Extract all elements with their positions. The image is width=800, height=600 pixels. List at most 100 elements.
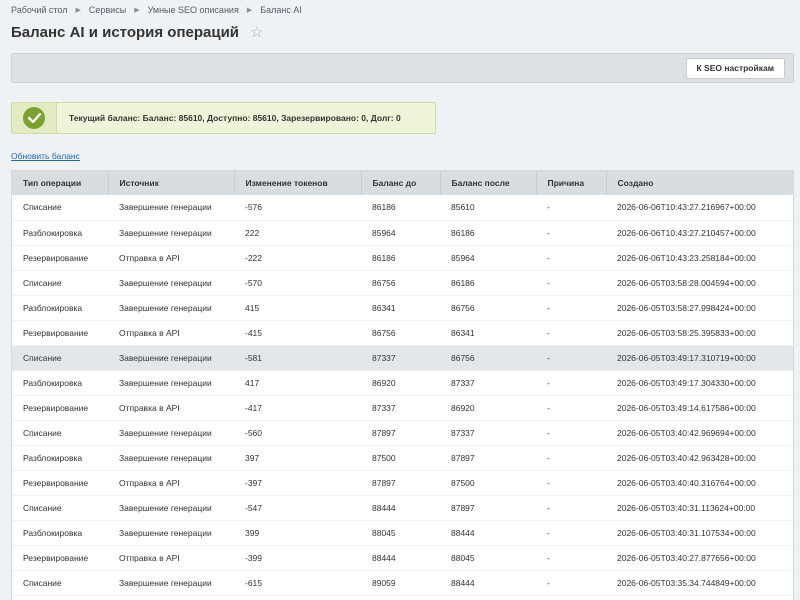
column-reason-header[interactable]: Причина — [536, 171, 607, 195]
cell-balance-after: 86341 — [440, 320, 536, 346]
cell-created: 2026-06-05T03:35:34.744849+00:00 — [606, 570, 793, 596]
cell-token-change: -399 — [234, 545, 361, 571]
column-created-header[interactable]: Создано — [606, 171, 793, 195]
cell-created: 2026-06-05T03:40:40.316764+00:00 — [606, 470, 793, 496]
cell-operation-type: Резервирование — [12, 395, 108, 421]
table-row[interactable]: Списание Завершение генерации -547 88444 878… — [12, 495, 793, 521]
cell-balance-before: 86186 — [361, 195, 440, 221]
cell-created: 2026-06-05T03:58:28.004594+00:00 — [606, 270, 793, 296]
cell-reason: - — [536, 545, 606, 571]
cell-balance-before: 88444 — [361, 545, 440, 571]
star-outline-icon[interactable]: ☆ — [250, 25, 263, 40]
table-row[interactable]: Резервирование Отправка в API -222 86186 859… — [12, 245, 793, 271]
cell-balance-after: 88045 — [440, 545, 536, 571]
table-row[interactable]: Разблокировка Завершение генерации 417 8692… — [12, 370, 793, 396]
toolbar: К SEO настройкам — [11, 53, 794, 83]
refresh-balance-link[interactable]: Обновить баланс — [11, 151, 80, 161]
cell-created: 2026-06-05T03:49:14.617586+00:00 — [606, 395, 793, 421]
cell-reason: - — [536, 320, 606, 346]
cell-operation-type: Резервирование — [12, 470, 108, 496]
page-title: Баланс AI и история операций — [11, 24, 240, 41]
cell-reason: - — [536, 295, 606, 321]
table-row[interactable]: Разблокировка Завершение генерации 222 8596… — [12, 220, 793, 246]
column-token-change-header[interactable]: Изменение токенов — [234, 171, 362, 195]
cell-balance-after: 87897 — [440, 445, 536, 471]
breadcrumb-item-smart-seo[interactable]: Умные SEO описания — [148, 5, 239, 15]
column-operation-type-header[interactable]: Тип операции — [12, 171, 109, 195]
breadcrumb-item-ai-balance[interactable]: Баланс AI — [260, 5, 302, 15]
table-row[interactable]: РазблокировкаЗавершение генерации — [12, 595, 793, 600]
cell-source: Завершение генерации — [108, 520, 234, 546]
cell-created: 2026-06-06T10:43:27.210457+00:00 — [606, 220, 793, 246]
cell-balance-after: 86186 — [440, 270, 536, 296]
cell-token-change: 397 — [234, 445, 361, 471]
cell-reason: - — [536, 245, 606, 271]
column-balance-before-header[interactable]: Баланс до — [361, 171, 441, 195]
table-row[interactable]: Списание Завершение генерации -570 86756 861… — [12, 270, 793, 296]
cell-reason: - — [536, 470, 606, 496]
cell-source: Завершение генерации — [108, 445, 234, 471]
table-row[interactable]: Списание Завершение генерации -560 87897 873… — [12, 420, 793, 446]
balance-status-box: Текущий баланс: Баланс: 85610, Доступно:… — [11, 102, 436, 134]
cell-token-change: -417 — [234, 395, 361, 421]
cell-reason: - — [536, 195, 606, 221]
cell-reason: - — [536, 445, 606, 471]
cell-created: 2026-06-05T03:58:25.395833+00:00 — [606, 320, 793, 346]
cell-balance-after: 87500 — [440, 470, 536, 496]
cell-balance-before — [361, 595, 440, 600]
seo-settings-button[interactable]: К SEO настройкам — [685, 58, 785, 79]
balance-text: Текущий баланс: Баланс: 85610, Доступно:… — [69, 113, 401, 123]
cell-balance-before: 86186 — [361, 245, 440, 271]
breadcrumb-item-desktop[interactable]: Рабочий стол — [11, 5, 68, 15]
cell-source: Отправка в API — [108, 245, 234, 271]
cell-source: Завершение генерации — [108, 295, 234, 321]
cell-source: Завершение генерации — [108, 495, 234, 521]
cell-operation-type: Списание — [12, 495, 108, 521]
cell-operation-type: Разблокировка — [12, 445, 108, 471]
table-row[interactable]: Разблокировка Завершение генерации 415 8634… — [12, 295, 793, 321]
table-row[interactable]: Списание Завершение генерации -576 86186 856… — [12, 195, 793, 221]
cell-balance-after: 87337 — [440, 370, 536, 396]
table-row[interactable]: Резервирование Отправка в API -399 88444 880… — [12, 545, 793, 571]
table-row[interactable]: Разблокировка Завершение генерации 397 8750… — [12, 445, 793, 471]
column-source-header[interactable]: Источник — [108, 171, 235, 195]
cell-balance-before: 87337 — [361, 345, 440, 371]
cell-source: Завершение генерации — [108, 370, 234, 396]
cell-balance-before: 89059 — [361, 570, 440, 596]
table-row[interactable]: Резервирование Отправка в API -415 86756 863… — [12, 320, 793, 346]
cell-token-change: -570 — [234, 270, 361, 296]
cell-balance-after: 88444 — [440, 520, 536, 546]
cell-reason — [536, 595, 606, 600]
cell-source: Завершение генерации — [108, 570, 234, 596]
table-row[interactable]: Разблокировка Завершение генерации 399 8804… — [12, 520, 793, 546]
cell-source: Отправка в API — [108, 395, 234, 421]
table-row[interactable]: Резервирование Отправка в API -417 87337 869… — [12, 395, 793, 421]
cell-balance-before: 87500 — [361, 445, 440, 471]
table-row[interactable]: Резервирование Отправка в API -397 87897 875… — [12, 470, 793, 496]
status-badge — [12, 103, 57, 133]
cell-source: Завершение генерации — [108, 270, 234, 296]
breadcrumb-item-services[interactable]: Сервисы — [89, 5, 126, 15]
cell-operation-type: Списание — [12, 195, 108, 221]
chevron-right-icon: ▶ — [134, 7, 140, 14]
cell-balance-after: 86920 — [440, 395, 536, 421]
cell-created — [606, 595, 793, 600]
chevron-right-icon: ▶ — [246, 7, 253, 14]
cell-balance-after: 87897 — [440, 495, 536, 521]
cell-balance-before: 88045 — [361, 520, 440, 546]
cell-balance-after: 88444 — [440, 570, 536, 596]
table-row[interactable]: Списание Завершение генерации -615 89059 884… — [12, 570, 793, 596]
column-balance-after-header[interactable]: Баланс после — [440, 171, 537, 195]
cell-source: Завершение генерации — [108, 420, 234, 446]
check-circle-icon — [23, 107, 45, 129]
cell-reason: - — [536, 270, 606, 296]
cell-token-change: 417 — [234, 370, 361, 396]
cell-source: Отправка в API — [108, 320, 234, 346]
cell-source: Отправка в API — [108, 470, 234, 496]
cell-created: 2026-06-06T10:43:27.216967+00:00 — [606, 195, 793, 221]
cell-operation-type: Списание — [12, 570, 108, 596]
table-row[interactable]: Списание Завершение генерации -581 87337 867… — [12, 345, 793, 371]
cell-balance-after: 87337 — [440, 420, 536, 446]
cell-token-change: -415 — [234, 320, 361, 346]
title-row: Баланс AI и история операций ☆ — [11, 24, 264, 41]
